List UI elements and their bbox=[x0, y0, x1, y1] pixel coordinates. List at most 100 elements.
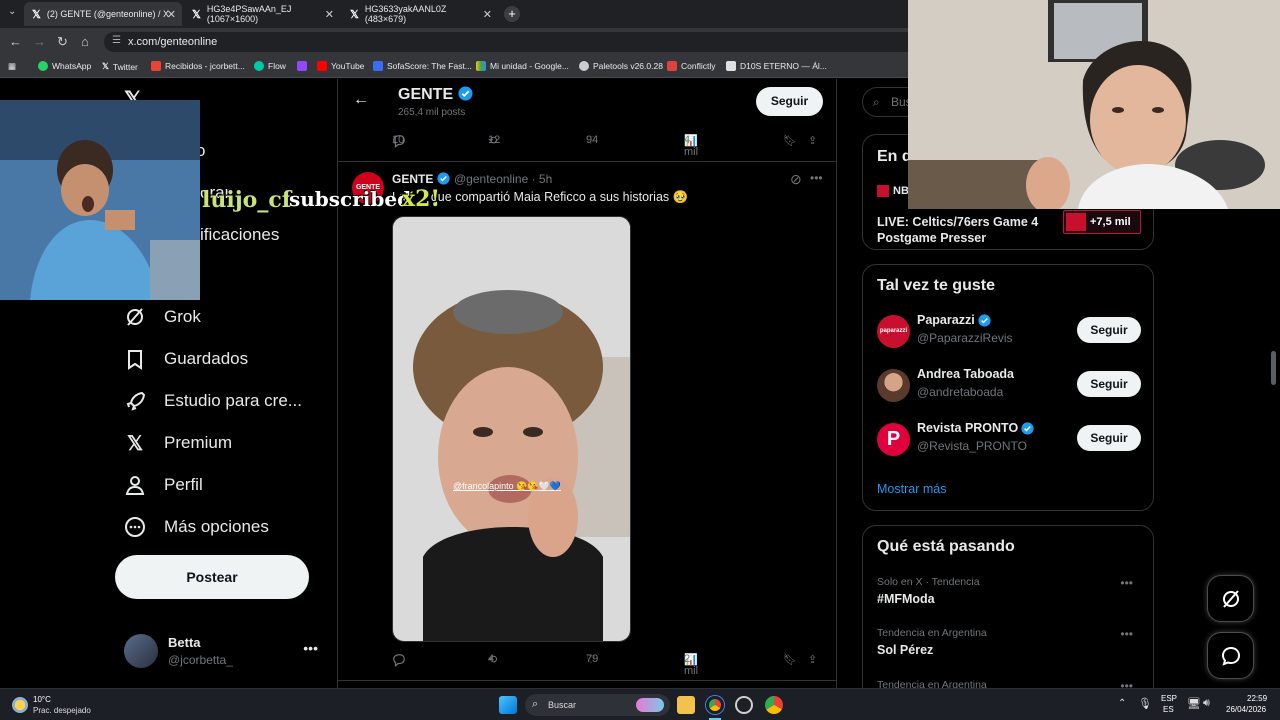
more-dots-icon[interactable]: ••• bbox=[1120, 627, 1133, 641]
suggestion-name: Paparazzi bbox=[917, 313, 991, 327]
suggestion-row[interactable]: P Revista PRONTO @Revista_PRONTO Seguir bbox=[877, 420, 1141, 460]
bookmark-twitch[interactable] bbox=[297, 61, 307, 71]
tab-genteonline[interactable]: 𝕏 (2) GENTE (@genteonline) / X ✕ bbox=[24, 2, 182, 26]
sidebar-item-label: Premium bbox=[164, 433, 233, 452]
back-arrow-icon[interactable]: ← bbox=[353, 91, 369, 109]
bookmark-conflictly[interactable]: Conflictly bbox=[667, 61, 715, 71]
tab-search-icon[interactable]: ⌄ bbox=[8, 6, 16, 17]
sidebar-item-label: Estudio para cre... bbox=[164, 391, 302, 410]
weather-temp: 10°C bbox=[33, 695, 51, 704]
bookmark-flow[interactable]: Flow bbox=[254, 61, 286, 71]
live-thumb-icon bbox=[1066, 213, 1086, 231]
sidebar-item-more[interactable]: Más opciones bbox=[124, 516, 269, 538]
trend-item[interactable]: Tendencia en Argentina ••• bbox=[877, 679, 1141, 688]
clock-time[interactable]: 22:59 bbox=[1247, 694, 1267, 703]
chrome-icon[interactable] bbox=[765, 696, 783, 714]
more-dots-icon[interactable]: ••• bbox=[303, 640, 318, 656]
volume-icon[interactable]: 🔊︎ bbox=[1203, 697, 1210, 710]
follow-button[interactable]: Seguir bbox=[756, 87, 823, 116]
card-title: En d bbox=[877, 148, 912, 165]
taskbar-search-input[interactable]: ⌕ Buscar bbox=[525, 694, 670, 716]
tab-image-1[interactable]: 𝕏 HG3e4PSawAAn_EJ (1067×1600) ✕ bbox=[184, 2, 340, 26]
site-info-icon[interactable]: ☰ bbox=[112, 35, 121, 46]
reply-button[interactable]: 10 bbox=[392, 134, 406, 148]
bookmark-twitter[interactable]: 𝕏 Twitter bbox=[102, 61, 138, 72]
trend-item[interactable]: Tendencia en Argentina Sol Pérez ••• bbox=[877, 627, 1141, 663]
sidebar-item-premium[interactable]: 𝕏 Premium bbox=[124, 432, 233, 455]
subscribed-label: subscribed bbox=[289, 187, 412, 211]
home-icon[interactable]: ⌂ bbox=[81, 34, 89, 49]
url-field[interactable]: ☰ x.com/genteonline bbox=[104, 32, 924, 52]
bookmark-d10s[interactable]: D10S ETERNO — Ál... bbox=[726, 61, 827, 71]
forward-arrow-icon[interactable]: → bbox=[33, 34, 46, 49]
more-dots-icon[interactable]: ••• bbox=[1120, 679, 1133, 688]
live-listeners-badge[interactable]: +7,5 mil bbox=[1063, 210, 1141, 234]
follow-button[interactable]: Seguir bbox=[1077, 425, 1141, 451]
more-dots-icon[interactable]: ••• bbox=[1120, 576, 1133, 590]
post-button[interactable]: Postear bbox=[115, 555, 309, 599]
bookmark-drive[interactable]: Mi unidad - Google... bbox=[476, 61, 569, 71]
bookmark-sofascore[interactable]: SofaScore: The Fast... bbox=[373, 61, 472, 71]
language-indicator[interactable]: ESP bbox=[1161, 694, 1177, 703]
sidebar-item-grok[interactable]: Grok bbox=[124, 306, 201, 328]
tweet-author[interactable]: GENTE bbox=[392, 172, 450, 186]
tab-image-2[interactable]: 𝕏 HG3633yakAANL0Z (483×679) ✕ bbox=[342, 2, 498, 26]
rocket-icon bbox=[124, 390, 146, 412]
app-icon[interactable] bbox=[735, 696, 753, 714]
new-tab-button[interactable]: + bbox=[504, 6, 520, 22]
sidebar-item-notifications[interactable]: ificaciones bbox=[200, 225, 279, 245]
close-tab-icon[interactable]: ✕ bbox=[325, 8, 334, 21]
apps-grid-icon[interactable]: ▦ bbox=[8, 61, 16, 72]
grok-icon[interactable]: ⊘ bbox=[790, 171, 802, 188]
live-event-title[interactable]: LIVE: Celtics/76ers Game 4 Postgame Pres… bbox=[877, 214, 1077, 246]
close-tab-icon[interactable]: ✕ bbox=[483, 8, 492, 21]
tweet-image[interactable]: @francolapinto 😘😘🤍💙 bbox=[392, 216, 631, 642]
file-explorer-icon[interactable] bbox=[677, 696, 695, 714]
network-icon[interactable]: 🖥︎ bbox=[1187, 697, 1201, 710]
reply-button[interactable] bbox=[392, 653, 406, 667]
windows-start-icon[interactable] bbox=[499, 696, 517, 714]
reload-icon[interactable]: ↻ bbox=[57, 34, 68, 50]
grok-icon bbox=[1222, 589, 1239, 608]
tweet-handle[interactable]: @genteonline · 5h bbox=[454, 172, 552, 186]
sidebar-item-creator-studio[interactable]: Estudio para cre... bbox=[124, 390, 302, 412]
suggestion-row[interactable]: paparazzi Paparazzi @PaparazziRevis Segu… bbox=[877, 312, 1141, 352]
subscriber-username: luijo_cf bbox=[202, 187, 292, 213]
bookmark-whatsapp[interactable]: WhatsApp bbox=[38, 61, 91, 71]
share-icon[interactable]: ⇪ bbox=[808, 653, 817, 666]
chrome-icon[interactable] bbox=[706, 696, 724, 714]
messages-fab[interactable] bbox=[1207, 632, 1254, 679]
sidebar-item-label: Grok bbox=[164, 307, 201, 326]
back-arrow-icon[interactable]: ← bbox=[9, 34, 22, 49]
chevron-up-icon[interactable]: ⌃ bbox=[1118, 698, 1126, 709]
suggestion-row[interactable]: Andrea Taboada @andretaboada Seguir bbox=[877, 366, 1141, 406]
trend-item[interactable]: Solo en X · Tendencia #MFModa ••• bbox=[877, 576, 1141, 612]
sidebar-item-bookmarks[interactable]: Guardados bbox=[124, 348, 248, 370]
share-icon[interactable]: ⇪ bbox=[808, 134, 817, 147]
bookmark-youtube[interactable]: YouTube bbox=[317, 61, 364, 71]
twitch-icon bbox=[297, 61, 307, 71]
flow-icon bbox=[254, 61, 264, 71]
more-dots-icon[interactable]: ••• bbox=[810, 171, 823, 185]
follow-button[interactable]: Seguir bbox=[1077, 371, 1141, 397]
bookmark-paletools[interactable]: Paletools v26.0.28 bbox=[579, 61, 663, 71]
grok-fab[interactable] bbox=[1207, 575, 1254, 622]
weather-icon[interactable] bbox=[12, 697, 28, 713]
verified-badge-icon bbox=[458, 86, 473, 101]
show-more-link[interactable]: Mostrar más bbox=[877, 482, 946, 496]
tweet-actions: ⟲ 4 ♡ 79 📊 2 mil 🔖︎ ⇪ bbox=[390, 653, 830, 677]
bookmark-icon[interactable]: 🔖︎ bbox=[783, 653, 797, 666]
follow-button[interactable]: Seguir bbox=[1077, 317, 1141, 343]
more-icon bbox=[124, 516, 146, 538]
sidebar-item-profile[interactable]: Perfil bbox=[124, 474, 203, 496]
url-text: x.com/genteonline bbox=[128, 36, 218, 48]
scrollbar-thumb[interactable] bbox=[1271, 351, 1276, 385]
bookmark-icon[interactable]: 🔖︎ bbox=[783, 134, 797, 147]
account-switcher[interactable]: Betta @jcorbetta_ ••• bbox=[124, 632, 324, 672]
chat-bubble-icon bbox=[1221, 646, 1240, 666]
bookmark-gmail[interactable]: Recibidos - jcorbett... bbox=[151, 61, 245, 71]
close-tab-icon[interactable]: ✕ bbox=[167, 8, 176, 21]
clock-date[interactable]: 26/04/2026 bbox=[1226, 705, 1266, 714]
microphone-icon[interactable]: 🎙︎ bbox=[1138, 697, 1152, 710]
drive-icon bbox=[476, 61, 486, 71]
